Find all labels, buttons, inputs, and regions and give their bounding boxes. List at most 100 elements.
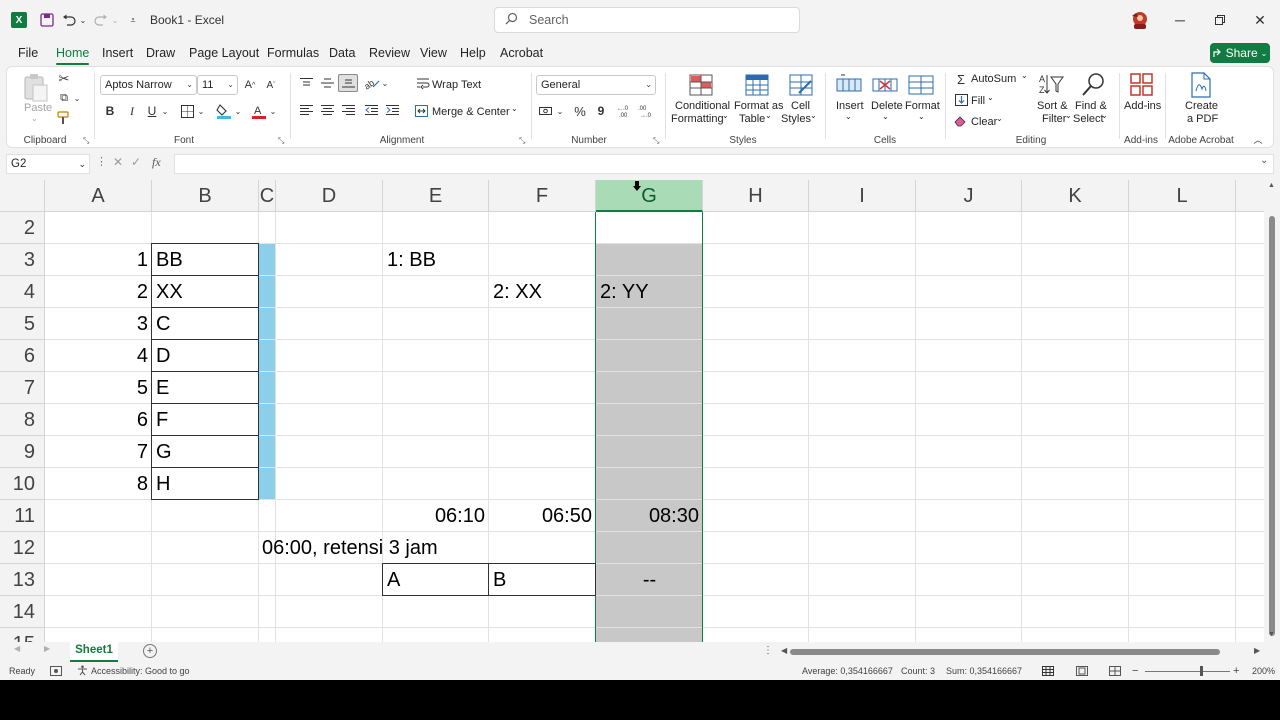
horizontal-scroll-thumb[interactable] [790,649,1220,655]
column-header-l[interactable]: L [1129,180,1236,212]
cell-b7[interactable]: E [156,372,169,404]
user-avatar-icon[interactable] [1129,10,1151,30]
expand-formula-bar-icon[interactable]: ⌄ [1260,155,1268,166]
create-pdf-label-2[interactable]: a PDF [1187,113,1218,125]
cell-b10[interactable]: H [156,468,170,500]
underline-dropdown-icon[interactable]: ⌄ [161,105,169,117]
cell-styles-label-1[interactable]: Cell [791,100,810,112]
increase-indent-icon[interactable] [384,103,400,117]
cell-b5[interactable]: C [156,308,170,340]
page-break-view-icon[interactable] [1109,662,1121,680]
fill-color-dropdown-icon[interactable]: ⌄ [234,105,242,117]
share-button[interactable]: Share ⌄ [1210,43,1270,63]
merge-center-button[interactable]: Merge & Center [432,106,510,118]
cell-b4[interactable]: XX [156,276,183,308]
cell-styles-dropdown-icon[interactable]: ⌄ [810,111,817,120]
tab-data[interactable]: Data [329,40,355,66]
cell-b6[interactable]: D [156,340,170,372]
scroll-up-icon[interactable]: ▲ [1268,182,1275,189]
align-center-icon[interactable] [319,103,335,117]
status-average[interactable]: Average: 0,354166667 [802,662,893,680]
row-header-13[interactable]: 13 [0,564,45,596]
number-launcher-icon[interactable]: ⤡ [653,136,659,146]
align-bottom-icon[interactable] [338,74,358,92]
column-header-e[interactable]: E [383,180,489,212]
macro-recording-icon[interactable] [50,662,62,680]
cell-b9[interactable]: G [156,436,172,468]
align-left-icon[interactable] [298,103,314,117]
number-format-select[interactable]: General ⌄ [536,75,656,95]
copy-icon[interactable]: ⧉ [56,91,72,105]
format-as-table-dropdown-icon[interactable]: ⌄ [765,111,772,120]
italic-button[interactable]: I [126,103,138,119]
decrease-font-icon[interactable]: Aˇ [264,76,278,94]
search-box[interactable]: Search [494,7,800,33]
cell-a7[interactable]: 5 [46,372,148,404]
tab-file[interactable]: File [18,40,38,66]
zoom-out-icon[interactable]: − [1132,662,1138,680]
cell-a6[interactable]: 4 [46,340,148,372]
align-top-icon[interactable] [298,76,314,90]
row-header-15[interactable]: 15 [0,628,45,642]
sheet-tab-sheet1[interactable]: Sheet1 [70,642,118,662]
undo-icon[interactable] [62,0,76,40]
font-name-select[interactable]: Aptos Narrow ⌄ [100,75,197,95]
cell-a5[interactable]: 3 [46,308,148,340]
orientation-icon[interactable]: ab [364,75,380,91]
accounting-dropdown-icon[interactable]: ⌄ [556,105,564,117]
worksheet-grid[interactable]: A B C D E F G H I J K L 2 3 4 5 6 7 8 9 … [0,180,1264,642]
name-box-dropdown-icon[interactable]: ⌄ [78,155,86,173]
borders-dropdown-icon[interactable]: ⌄ [197,105,205,117]
bold-button[interactable]: B [104,103,116,119]
wrap-text-button[interactable]: Wrap Text [432,79,481,91]
select-all-corner[interactable] [0,180,45,212]
row-header-5[interactable]: 5 [0,308,45,340]
column-header-g[interactable]: G [596,180,703,212]
increase-font-icon[interactable]: A ^ [243,76,257,94]
sort-filter-label-2[interactable]: Filter [1042,113,1066,125]
tab-review[interactable]: Review [369,40,410,66]
cell-g11[interactable]: 08:30 [596,500,699,532]
cell-e11[interactable]: 06:10 [383,500,485,532]
tab-insert[interactable]: Insert [102,40,133,66]
column-header-j[interactable]: J [916,180,1022,212]
customize-qat-icon[interactable]: ⩡ [127,0,139,40]
more-options-icon[interactable]: ⋮ [96,155,107,168]
cell-e3[interactable]: 1: BB [387,244,436,276]
zoom-slider-track[interactable] [1145,671,1230,672]
font-launcher-icon[interactable]: ⤡ [278,136,284,146]
underline-button[interactable]: U [146,103,158,119]
tab-page-layout[interactable]: Page Layout [189,40,259,66]
alignment-launcher-icon[interactable]: ⤡ [519,136,525,146]
cell-f4[interactable]: 2: XX [493,276,542,308]
sort-filter-dropdown-icon[interactable]: ⌄ [1065,111,1072,120]
create-pdf-label-1[interactable]: Create [1185,100,1218,112]
conditional-formatting-dropdown-icon[interactable]: ⌄ [722,111,729,120]
accessibility-status[interactable]: Accessibility: Good to go [91,662,190,680]
column-header-k[interactable]: K [1022,180,1129,212]
font-color-icon[interactable]: A [251,103,267,119]
paste-dropdown-icon[interactable]: ⌄ [31,114,38,123]
cell-a4[interactable]: 2 [46,276,148,308]
insert-cells-button[interactable]: Insert [836,100,864,112]
row-header-14[interactable]: 14 [0,596,45,628]
font-size-select[interactable]: 11 ⌄ [197,75,238,95]
format-as-table-label-1[interactable]: Format as [734,100,784,112]
merge-dropdown-icon[interactable]: ⌄ [511,104,518,113]
format-dropdown-icon[interactable]: ⌄ [918,112,925,121]
status-sum[interactable]: Sum: 0,354166667 [946,662,1022,680]
column-header-m[interactable] [1236,180,1264,212]
cell-e13[interactable]: A [387,564,400,596]
cell-g4[interactable]: 2: YY [600,276,649,308]
decrease-indent-icon[interactable] [363,103,379,117]
insert-function-icon[interactable]: fx [152,155,161,170]
normal-view-icon[interactable] [1042,662,1054,680]
row-header-4[interactable]: 4 [0,276,45,308]
column-header-a[interactable]: A [45,180,152,212]
insert-dropdown-icon[interactable]: ⌄ [845,112,852,121]
conditional-formatting-label-2[interactable]: Formatting [671,113,724,125]
scroll-down-icon[interactable]: ▼ [1268,631,1275,638]
format-as-table-label-2[interactable]: Table [739,113,765,125]
tabs-options-icon[interactable]: ⋮ [763,645,773,656]
save-icon[interactable] [38,0,56,40]
